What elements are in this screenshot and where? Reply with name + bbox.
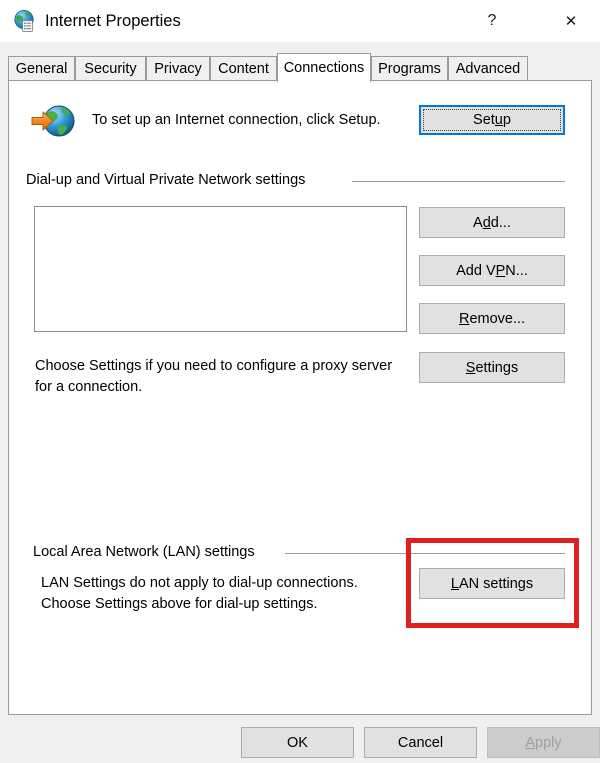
apply-button: Apply bbox=[487, 727, 600, 758]
title-bar: Internet Properties ? ✕ bbox=[0, 0, 600, 42]
window-title: Internet Properties bbox=[45, 12, 181, 30]
cancel-button[interactable]: Cancel bbox=[364, 727, 477, 758]
tab-label: Programs bbox=[378, 61, 441, 77]
lan-group-rule bbox=[285, 553, 565, 554]
add-vpn-button-label: Add VPN... bbox=[456, 262, 528, 279]
remove-button-label: Remove... bbox=[458, 310, 526, 327]
internet-properties-dialog: Internet Properties ? ✕ General Security P… bbox=[0, 0, 600, 763]
tab-content[interactable]: Content bbox=[210, 56, 277, 81]
setup-button-label: Setup bbox=[473, 112, 511, 128]
remove-button[interactable]: Remove... bbox=[419, 303, 565, 334]
add-vpn-button[interactable]: Add VPN... bbox=[419, 255, 565, 286]
tab-label: Content bbox=[218, 61, 269, 77]
tab-label: Connections bbox=[283, 60, 365, 76]
ok-button[interactable]: OK bbox=[241, 727, 354, 758]
apply-button-label: Apply bbox=[525, 734, 562, 751]
settings-button[interactable]: Settings bbox=[419, 352, 565, 383]
setup-button[interactable]: Setup bbox=[419, 105, 565, 135]
tab-advanced[interactable]: Advanced bbox=[448, 56, 528, 81]
connections-list[interactable] bbox=[34, 206, 407, 332]
tab-privacy[interactable]: Privacy bbox=[146, 56, 210, 81]
tab-general[interactable]: General bbox=[8, 56, 75, 81]
lan-group-label: Local Area Network (LAN) settings bbox=[33, 544, 255, 560]
tab-programs[interactable]: Programs bbox=[371, 56, 448, 81]
dialup-group-rule bbox=[352, 181, 565, 182]
close-icon[interactable]: ✕ bbox=[548, 0, 594, 42]
help-button[interactable]: ? bbox=[469, 0, 515, 42]
tab-label: Privacy bbox=[154, 61, 202, 77]
lan-settings-button[interactable]: LAN settings bbox=[419, 568, 565, 599]
internet-properties-icon bbox=[14, 9, 34, 32]
tab-connections[interactable]: Connections bbox=[277, 53, 371, 82]
tab-label: General bbox=[15, 61, 68, 77]
dialup-group-label: Dial-up and Virtual Private Network sett… bbox=[26, 172, 306, 188]
tab-label: Security bbox=[84, 61, 137, 77]
lan-description-line1: LAN Settings do not apply to dial-up con… bbox=[41, 575, 358, 591]
proxy-hint-text: Choose Settings if you need to configure… bbox=[35, 358, 393, 395]
setup-description: To set up an Internet connection, click … bbox=[92, 112, 381, 128]
globe-with-arrow-icon bbox=[31, 105, 75, 137]
settings-button-label: Settings bbox=[465, 359, 519, 376]
add-button-label: Add... bbox=[473, 214, 511, 231]
lan-settings-button-label: LAN settings bbox=[450, 575, 534, 592]
add-button[interactable]: Add... bbox=[419, 207, 565, 238]
cancel-button-label: Cancel bbox=[397, 734, 444, 751]
ok-button-label: OK bbox=[287, 734, 308, 751]
tab-strip: General Security Privacy Content Connections… bbox=[0, 42, 600, 82]
lan-description-line2: Choose Settings above for dial-up settin… bbox=[41, 596, 318, 612]
tab-label: Advanced bbox=[455, 61, 521, 77]
tab-security[interactable]: Security bbox=[75, 56, 146, 81]
